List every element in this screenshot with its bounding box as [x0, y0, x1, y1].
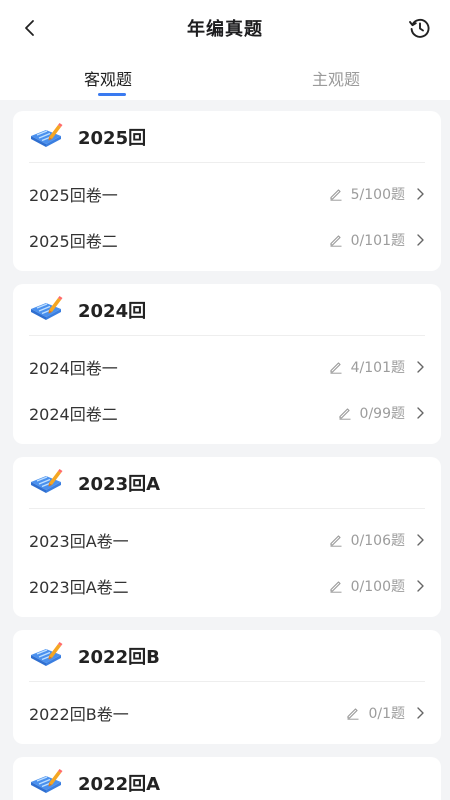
page-title: 年编真题 [187, 19, 263, 40]
exam-paper-pencil-icon [31, 122, 63, 147]
pencil-icon [330, 535, 342, 547]
exam-row[interactable]: 2024回卷二 0/99题 [29, 390, 425, 436]
tab-subjective[interactable]: 主观题 [312, 66, 360, 90]
navigation-bar: 年编真题 [0, 0, 450, 56]
exam-paper-pencil-icon [31, 641, 63, 666]
tab-objective[interactable]: 客观题 [84, 66, 132, 90]
exam-row[interactable]: 2023回A卷一 0/106题 [29, 517, 425, 563]
progress-text: 0/99题 [359, 406, 405, 422]
progress-text: 0/106题 [350, 533, 405, 549]
exam-label: 2022回B卷一 [29, 705, 129, 724]
section-header: 2022回B [29, 630, 425, 682]
exam-progress: 4/101题 [329, 357, 425, 377]
progress-text: 0/101题 [350, 233, 405, 249]
section-rows: 2022回B卷一 0/1题 [29, 682, 425, 744]
progress-text: 0/1题 [368, 706, 405, 722]
chevron-right-icon [417, 407, 424, 419]
section-header: 2024回 [29, 284, 425, 336]
history-icon [409, 18, 430, 38]
section-title: 2024回 [78, 300, 147, 322]
section-rows: 2023回A卷一 0/106题 2023回A卷二 0/100题 [29, 509, 425, 617]
chevron-right-icon [417, 188, 424, 200]
exam-row[interactable]: 2025回卷二 0/101题 [29, 217, 425, 263]
exam-paper-pencil-icon [31, 468, 63, 493]
section-header: 2022回A [29, 757, 425, 800]
chevron-right-icon [417, 361, 424, 373]
section-header: 2023回A [29, 457, 425, 509]
chevron-left-icon [25, 20, 34, 36]
chevron-right-icon [417, 234, 424, 246]
exam-label: 2025回卷一 [29, 186, 118, 205]
chevron-right-icon [417, 707, 424, 719]
exam-label: 2025回卷二 [29, 232, 118, 251]
section-rows: 2025回卷一 5/100题 2025回卷二 0/101题 [29, 163, 425, 271]
exam-label: 2023回A卷二 [29, 578, 129, 597]
pencil-icon [330, 189, 342, 201]
exam-progress: 0/101题 [329, 230, 425, 250]
exam-progress: 0/106题 [329, 530, 425, 550]
progress-text: 5/100题 [350, 187, 405, 203]
section-card: 2022回A [13, 757, 441, 800]
pencil-icon [330, 362, 342, 374]
exam-paper-pencil-icon [31, 768, 63, 793]
pencil-icon [330, 581, 342, 593]
exam-progress: 0/99题 [338, 403, 425, 423]
progress-text: 0/100题 [350, 579, 405, 595]
section-card: 2022回B 2022回B卷一 0/1题 [13, 630, 441, 744]
section-title: 2025回 [78, 127, 147, 149]
exam-row[interactable]: 2024回卷一 4/101题 [29, 344, 425, 390]
exam-label: 2023回A卷一 [29, 532, 129, 551]
exam-row[interactable]: 2025回卷一 5/100题 [29, 171, 425, 217]
exam-section-list: 2025回 2025回卷一 5/100题 2025回卷二 0/101题 2024… [13, 111, 441, 800]
exam-progress: 0/100题 [329, 576, 425, 596]
progress-text: 4/101题 [350, 360, 405, 376]
exam-row[interactable]: 2023回A卷二 0/100题 [29, 563, 425, 609]
exam-label: 2024回卷二 [29, 405, 118, 424]
section-rows: 2024回卷一 4/101题 2024回卷二 0/99题 [29, 336, 425, 444]
section-card: 2023回A 2023回A卷一 0/106题 2023回A卷二 0/100题 [13, 457, 441, 617]
pencil-icon [330, 235, 342, 247]
tab-bar: 客观题 主观题 [0, 56, 450, 100]
pencil-icon [347, 708, 359, 720]
chevron-right-icon [417, 534, 424, 546]
section-card: 2025回 2025回卷一 5/100题 2025回卷二 0/101题 [13, 111, 441, 271]
section-title: 2023回A [78, 473, 161, 495]
tab-indicator [98, 93, 126, 96]
pencil-icon [338, 408, 351, 420]
section-title: 2022回B [78, 646, 160, 668]
exam-row[interactable]: 2022回B卷一 0/1题 [29, 690, 425, 736]
top-bar: 年编真题 客观题 主观题 [0, 0, 450, 100]
section-card: 2024回 2024回卷一 4/101题 2024回卷二 0/99题 [13, 284, 441, 444]
exam-progress: 5/100题 [329, 184, 425, 204]
chevron-right-icon [417, 580, 424, 592]
exam-progress: 0/1题 [346, 703, 425, 723]
back-button[interactable] [18, 16, 42, 40]
history-button[interactable] [406, 14, 434, 42]
exam-label: 2024回卷一 [29, 359, 118, 378]
section-title: 2022回A [78, 773, 161, 795]
exam-paper-pencil-icon [31, 295, 63, 320]
section-header: 2025回 [29, 111, 425, 163]
